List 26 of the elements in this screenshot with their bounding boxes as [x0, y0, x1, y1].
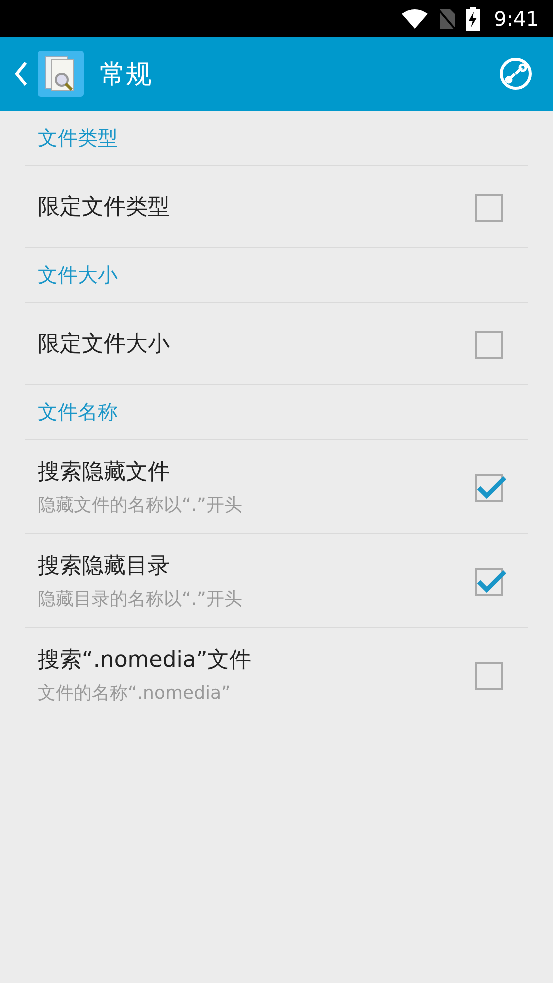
setting-row[interactable]: 限定文件类型 [25, 166, 528, 248]
setting-description: 文件的名称“.nomedia” [38, 682, 232, 704]
wifi-icon [402, 8, 428, 28]
status-time: 9:41 [494, 6, 539, 30]
setting-title: 限定文件大小 [38, 330, 171, 358]
setting-title: 搜索隐藏目录 [38, 552, 171, 580]
setting-row[interactable]: 搜索隐藏文件 隐藏文件的名称以“.”开头 [25, 440, 528, 534]
setting-row[interactable]: 搜索“.nomedia”文件 文件的名称“.nomedia” [25, 628, 528, 721]
setting-title: 限定文件类型 [38, 194, 171, 222]
back-icon[interactable] [14, 61, 28, 87]
setting-title: 搜索“.nomedia”文件 [38, 646, 253, 674]
section-header: 文件大小 [38, 262, 118, 288]
setting-description: 隐藏文件的名称以“.”开头 [38, 494, 244, 516]
setting-description: 隐藏目录的名称以“.”开头 [38, 588, 244, 610]
battery-charging-icon [466, 6, 480, 30]
no-sim-icon [438, 8, 456, 30]
checkbox[interactable] [474, 566, 508, 596]
setting-row[interactable]: 搜索隐藏目录 隐藏目录的名称以“.”开头 [25, 534, 528, 628]
file-search-icon [38, 51, 84, 97]
setting-title: 搜索隐藏文件 [38, 458, 171, 486]
screen-title: 常规 [100, 58, 153, 92]
checkbox[interactable] [474, 472, 508, 502]
setting-row[interactable]: 限定文件大小 [25, 303, 528, 385]
section-header: 文件类型 [38, 124, 118, 152]
wrench-icon[interactable] [499, 57, 533, 91]
section-header: 文件名称 [38, 398, 118, 426]
